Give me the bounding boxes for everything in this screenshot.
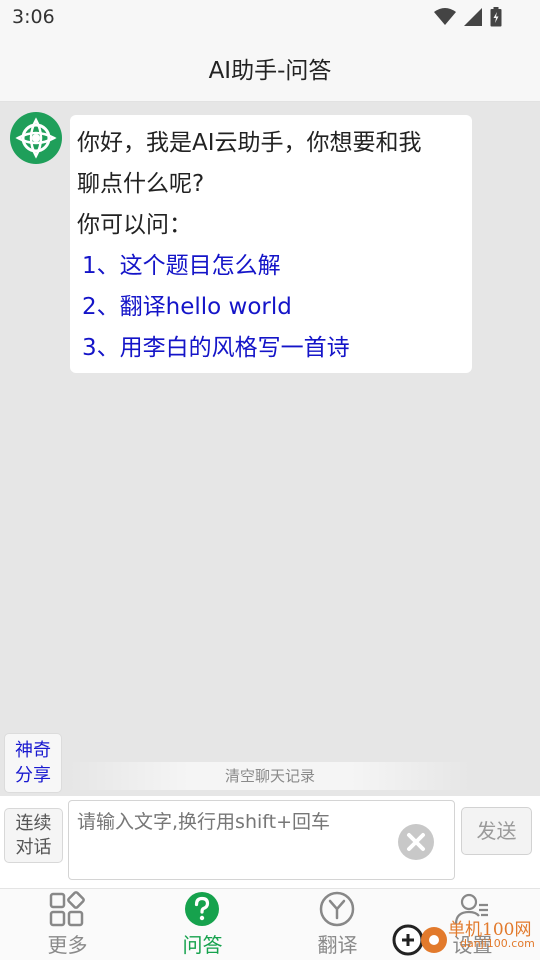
nav-item-qa[interactable]: 问答 — [135, 889, 270, 960]
app-header: AI助手-问答 — [0, 34, 540, 102]
bot-message-bubble: 你好，我是AI云助手，你想要和我 聊点什么呢? 你可以问： 1、这个题目怎么解 … — [70, 115, 472, 373]
magic-share-label: 分享 — [15, 765, 51, 786]
status-icons — [434, 7, 502, 27]
signal-icon — [464, 8, 482, 26]
greeting-line: 你好，我是AI云助手，你想要和我 — [77, 130, 422, 156]
suggestion-link[interactable]: 1、这个题目怎么解 — [77, 246, 464, 287]
nav-item-translate[interactable]: 翻译 — [270, 889, 405, 960]
nav-label: 问答 — [182, 933, 223, 957]
question-icon — [185, 892, 219, 926]
clear-input-icon[interactable] — [398, 824, 434, 860]
continuous-dialog-button[interactable]: 连续 对话 — [4, 808, 63, 863]
continuous-dialog-label: 连续 — [15, 813, 52, 834]
input-bar: 连续 对话 发送 — [0, 796, 540, 888]
nav-label: 更多 — [47, 933, 88, 957]
greeting-line: 聊点什么呢? — [77, 171, 205, 197]
nav-item-more[interactable]: 更多 — [0, 889, 135, 960]
message-input[interactable] — [68, 800, 455, 880]
translate-y-icon — [319, 891, 355, 927]
magic-share-button[interactable]: 神奇 分享 — [4, 733, 62, 793]
nav-label: 翻译 — [317, 933, 358, 957]
magic-share-label: 神奇 — [15, 740, 51, 761]
suggestion-link[interactable]: 3、用李白的风格写一首诗 — [77, 328, 464, 369]
grid-icon — [49, 891, 85, 927]
bot-logo-icon — [15, 117, 57, 159]
prompt-line: 你可以问： — [77, 212, 192, 238]
suggestion-link[interactable]: 2、翻译hello world — [77, 287, 464, 328]
watermark-icon — [392, 924, 447, 956]
send-button[interactable]: 发送 — [461, 807, 532, 855]
status-time: 3:06 — [12, 6, 55, 28]
page-title: AI助手-问答 — [208, 57, 332, 84]
watermark-url: danji100.com — [460, 937, 535, 950]
clear-history-button[interactable]: 清空聊天记录 — [68, 762, 472, 790]
status-bar: 3:06 — [0, 0, 540, 34]
battery-icon — [490, 7, 502, 27]
chat-area[interactable]: 你好，我是AI云助手，你想要和我 聊点什么呢? 你可以问： 1、这个题目怎么解 … — [0, 102, 540, 796]
continuous-dialog-label: 对话 — [15, 837, 52, 858]
bot-avatar — [10, 112, 62, 164]
watermark-logo: 单机100网 danji100.com — [390, 915, 540, 960]
wifi-icon — [434, 8, 456, 25]
